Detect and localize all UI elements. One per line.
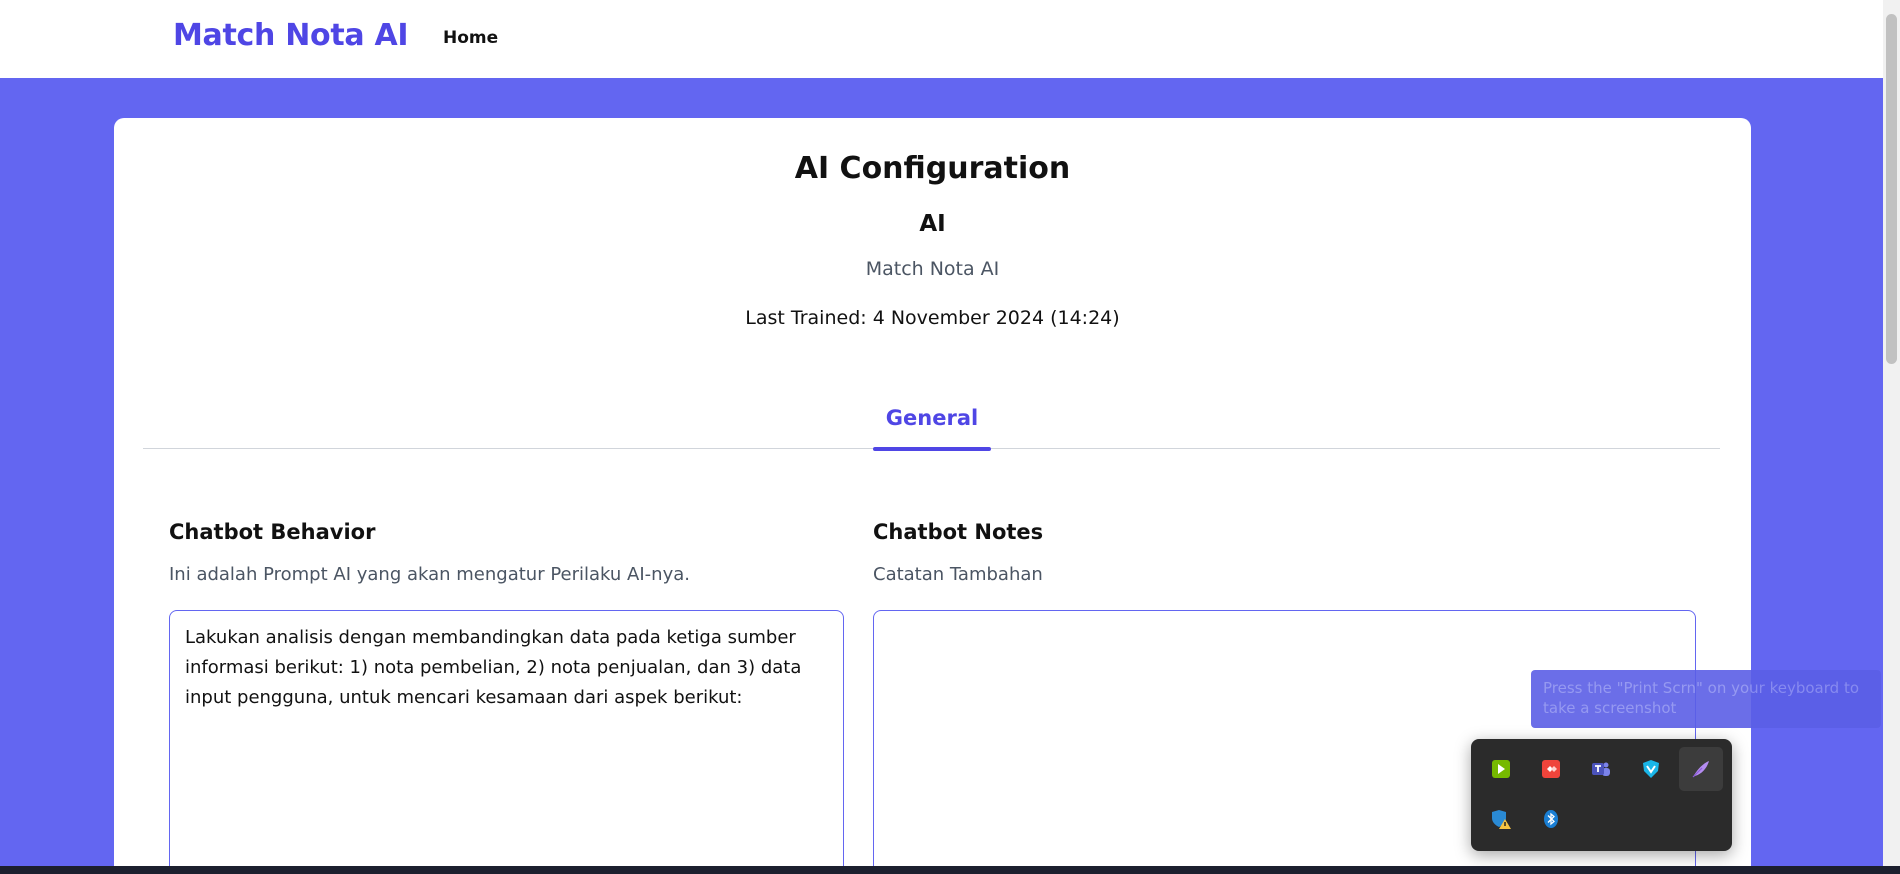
teams-icon[interactable] [1579,747,1623,791]
vpn-icon[interactable] [1629,747,1673,791]
nvidia-icon[interactable] [1479,747,1523,791]
feather-icon[interactable] [1679,747,1723,791]
tab-active-indicator [873,447,991,451]
notes-title: Chatbot Notes [873,520,1044,544]
defender-warning-icon[interactable] [1479,797,1523,841]
screenshot-toast: Press the "Print Scrn" on your keyboard … [1531,670,1881,728]
bluetooth-icon[interactable] [1529,797,1573,841]
anydesk-icon[interactable] [1529,747,1573,791]
scrollbar-thumb[interactable] [1886,14,1897,364]
system-tray-popup [1471,739,1732,851]
ai-subtitle: Match Nota AI [865,258,1000,280]
behavior-textarea[interactable]: Lakukan analisis dengan membandingkan da… [169,610,844,874]
page-title: AI Configuration [794,151,1071,186]
last-trained: Last Trained: 4 November 2024 (14:24) [745,307,1120,329]
behavior-title: Chatbot Behavior [169,520,376,544]
nav-home-link[interactable]: Home [443,28,498,48]
page-scrollbar[interactable] [1883,0,1900,874]
behavior-description: Ini adalah Prompt AI yang akan mengatur … [169,564,690,585]
taskbar [0,866,1900,874]
notes-description: Catatan Tambahan [873,564,1043,585]
tab-general-label: General [885,406,979,430]
brand-logo[interactable]: Match Nota AI [173,18,409,53]
ai-name: AI [919,211,946,237]
tab-general[interactable]: General [873,406,991,451]
navbar: Match Nota AI Home [0,0,1883,78]
page: Match Nota AI Home AI Configuration AI M… [0,0,1900,874]
